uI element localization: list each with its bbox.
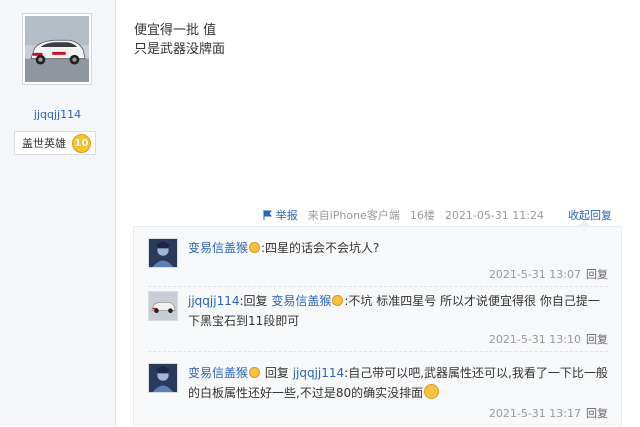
post-content: 便宜得一批 值 只是武器没牌面 [134,21,225,59]
reply-target-user[interactable]: jjqqjj114 [293,366,344,380]
post-datetime: 2021-05-31 11:24 [444,208,544,222]
reply-body: jjqqjj114:回复 变易信盖猴:不坑 标准四星号 所以才说便宜得很 你自己… [188,291,608,331]
badge-title: 盖世英雄 [22,137,66,150]
car-avatar-icon [149,292,177,320]
post-tail: 举报 来自iPhone客户端 16楼 2021-05-31 11:24 收起回复 [263,207,612,223]
reply-word: :回复 [239,294,268,308]
reply-username[interactable]: 变易信盖猴 [188,366,248,380]
reply-time: 2021-5-31 13:10 [488,333,581,346]
smiley-icon [249,242,261,253]
reply-box: 变易信盖猴 :四星的话会不会坑人? 2021-5-31 13:07 回复 jjqqj… [133,226,622,426]
reply-avatar[interactable] [148,291,178,321]
smiley-icon [332,295,344,306]
character-avatar-icon [149,239,177,267]
flag-icon [263,210,272,220]
post-line-1: 便宜得一批 值 [134,23,217,38]
reply-button[interactable]: 回复 [586,268,608,281]
reply-avatar[interactable] [148,238,178,268]
reply-meta: 2021-5-31 13:07 回复 [489,266,608,282]
reply-body: 变易信盖猴 :四星的话会不会坑人? [188,238,608,258]
reply-button[interactable]: 回复 [586,333,608,346]
reply-body: 变易信盖猴 回复 jjqqjj114:自己带可以吧,武器属性还可以,我看了一下比… [188,363,608,403]
laughing-icon [424,384,440,399]
reply-meta: 2021-5-31 13:10 回复 [489,331,608,347]
reply-word: 回复 [264,366,289,380]
reply-button[interactable]: 回复 [586,407,608,420]
reply-text: :四星的话会不会坑人? [261,241,380,255]
author-sidebar: jjqqjj114 盖世英雄 10 [0,0,116,426]
reply-meta: 2021-5-31 13:17 回复 [489,405,608,421]
reply-username[interactable]: jjqqjj114 [188,294,239,308]
reply-time: 2021-5-31 13:07 [488,268,581,281]
reply-target-user[interactable]: 变易信盖猴 [271,294,331,308]
reply-item: 变易信盖猴 :四星的话会不会坑人? 2021-5-31 13:07 回复 [148,238,608,287]
author-badge[interactable]: 盖世英雄 10 [14,131,96,155]
smiley-icon [249,367,261,378]
report-label: 举报 [275,209,298,222]
collapse-reply-button[interactable]: 收起回复 [568,207,612,223]
post-floor: 16楼 [409,209,435,222]
car-photo-icon [25,16,89,82]
reply-username[interactable]: 变易信盖猴 [188,241,248,255]
author-avatar[interactable] [22,13,92,85]
post-source: 来自iPhone客户端 [307,209,400,222]
badge-level-icon: 10 [72,133,91,153]
report-button[interactable]: 举报 [263,207,298,223]
reply-item: 变易信盖猴 回复 jjqqjj114:自己带可以吧,武器属性还可以,我看了一下比… [148,363,608,427]
reply-avatar[interactable] [148,363,178,393]
character-avatar-icon [149,364,177,392]
reply-item: jjqqjj114:回复 变易信盖猴:不坑 标准四星号 所以才说便宜得很 你自己… [148,291,608,352]
post-line-2: 只是武器没牌面 [134,42,226,57]
reply-time: 2021-5-31 13:17 [488,407,581,420]
author-username[interactable]: jjqqjj114 [0,108,115,121]
